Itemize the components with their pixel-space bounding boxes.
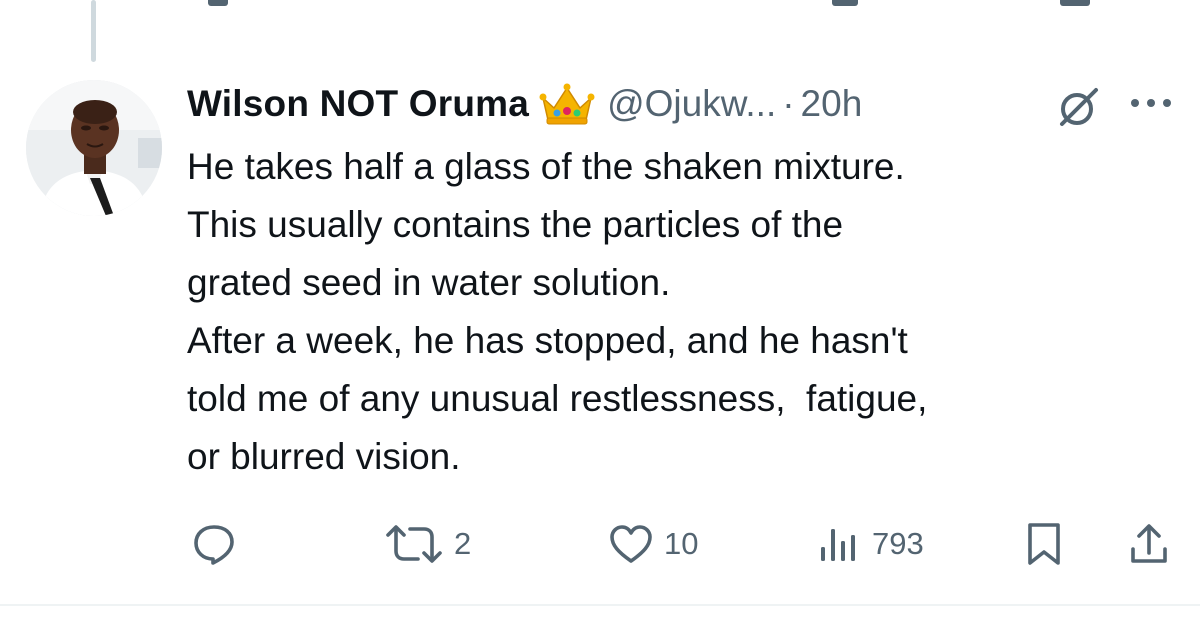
tweet-screenshot: Wilson NOT Oruma @Ojukw... · 20h He take… — [0, 0, 1200, 640]
previous-tweet-bookmark-icon-edge — [1060, 0, 1090, 6]
views-button[interactable]: 793 — [816, 512, 924, 576]
retweet-icon — [386, 525, 442, 563]
bookmark-icon — [1028, 523, 1060, 565]
thread-connector-line — [91, 0, 96, 62]
heart-icon — [610, 525, 652, 563]
author-name[interactable]: Wilson NOT Oruma — [187, 83, 529, 125]
reply-icon — [194, 525, 234, 565]
tweet-divider — [0, 604, 1200, 606]
share-icon — [1131, 524, 1167, 563]
like-button[interactable]: 10 — [608, 512, 698, 576]
avatar-photo — [26, 80, 162, 216]
tweet-timestamp[interactable]: 20h — [801, 83, 863, 125]
bookmark-button[interactable] — [1026, 512, 1062, 576]
previous-tweet-reply-icon-edge — [208, 0, 228, 6]
avatar[interactable] — [26, 80, 162, 216]
tweet-text-line: After a week, he has stopped, and he has… — [187, 320, 908, 361]
retweet-count: 2 — [454, 526, 472, 561]
tweet-text-line: This usually contains the particles of t… — [187, 204, 844, 245]
more-options-icon[interactable] — [1128, 96, 1174, 108]
like-count: 10 — [664, 526, 699, 561]
grok-icon[interactable] — [1056, 84, 1102, 130]
author-handle[interactable]: @Ojukw... — [607, 83, 776, 125]
crown-icon — [539, 82, 595, 126]
previous-tweet-views-icon-edge — [832, 0, 858, 6]
tweet-header: Wilson NOT Oruma @Ojukw... · 20h — [187, 78, 862, 130]
header-separator: · — [782, 83, 795, 124]
tweet-action-bar: 2 10 793 — [0, 512, 1200, 576]
reply-button[interactable] — [191, 512, 237, 576]
views-count: 793 — [872, 526, 924, 561]
tweet-text-line: grated seed in water solution. — [187, 262, 671, 303]
views-icon — [821, 529, 855, 561]
tweet-text-line: told me of any unusual restlessness, fat… — [187, 378, 928, 419]
tweet-text-line: or blurred vision. — [187, 436, 461, 477]
tweet-text: He takes half a glass of the shaken mixt… — [187, 138, 1177, 486]
share-button[interactable] — [1128, 512, 1170, 576]
tweet-text-line: He takes half a glass of the shaken mixt… — [187, 146, 905, 187]
retweet-button[interactable]: 2 — [384, 512, 471, 576]
